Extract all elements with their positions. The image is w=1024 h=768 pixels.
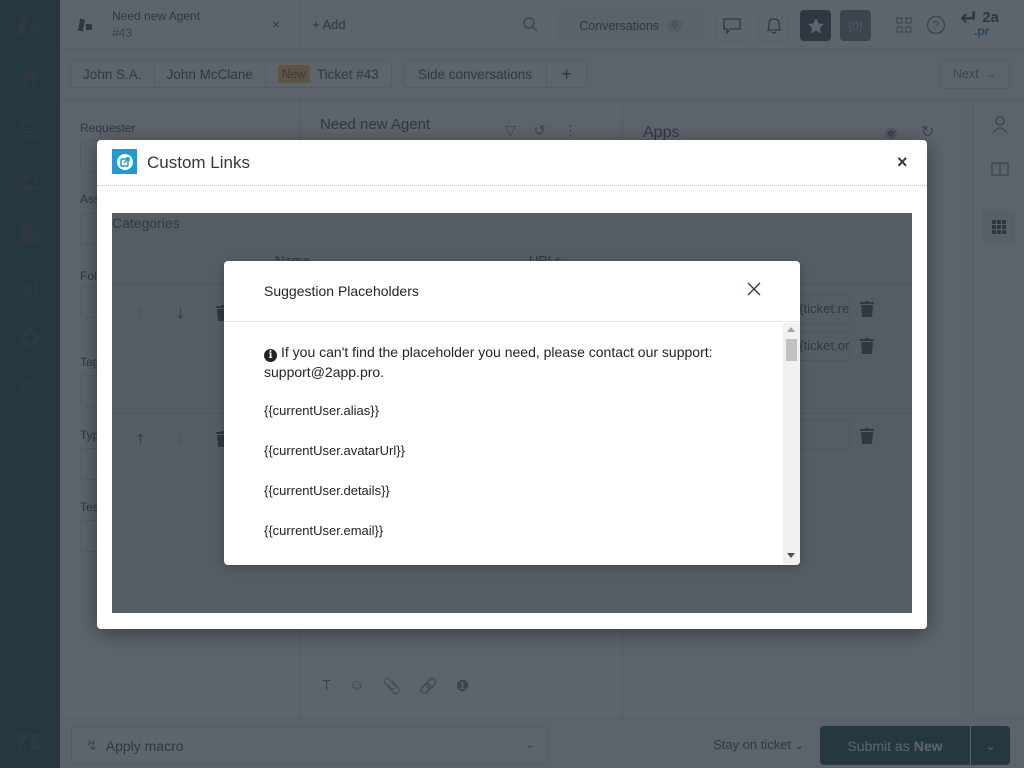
- placeholder-item[interactable]: {{currentUser.avatarUrl}}: [264, 443, 405, 458]
- scroll-thumb[interactable]: [786, 339, 797, 361]
- scroll-down-arrow-icon[interactable]: [787, 553, 795, 558]
- suggestion-title: Suggestion Placeholders: [264, 283, 419, 299]
- custom-links-title: Custom Links: [147, 153, 250, 172]
- placeholder-item[interactable]: {{currentUser.alias}}: [264, 403, 379, 418]
- custom-links-app-icon: [112, 149, 137, 174]
- close-icon[interactable]: [744, 279, 764, 299]
- scroll-up-arrow-icon[interactable]: [787, 327, 795, 332]
- support-info-message: If you can't find the placeholder you ne…: [264, 344, 713, 380]
- suggestion-scrollbar[interactable]: [783, 323, 800, 565]
- info-icon: i: [264, 349, 277, 362]
- custom-links-header: Custom Links ×: [97, 140, 927, 186]
- placeholder-item[interactable]: {{currentUser.email}}: [264, 523, 383, 538]
- close-icon[interactable]: ×: [897, 152, 908, 173]
- suggestion-header: Suggestion Placeholders: [224, 261, 800, 322]
- placeholder-item[interactable]: {{currentUser.details}}: [264, 483, 390, 498]
- suggestion-placeholders-modal: Suggestion Placeholders i If you can't fi…: [224, 261, 800, 565]
- suggestion-list: i If you can't find the placeholder you n…: [224, 323, 783, 565]
- support-info-text: i If you can't find the placeholder you n…: [264, 342, 754, 382]
